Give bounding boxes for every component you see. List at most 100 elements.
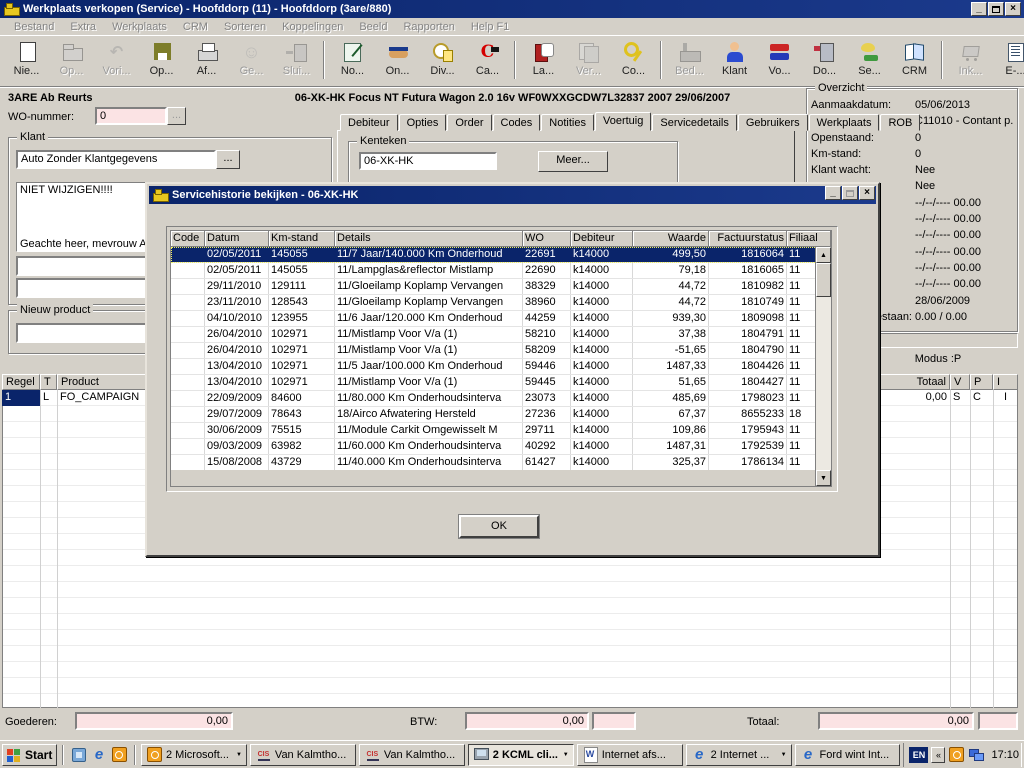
task-button[interactable]: Ford wint Int... [795,744,901,766]
toolbar-button[interactable]: Do... ▼ [802,38,847,84]
scroll-down-icon[interactable]: ▼ [816,470,831,486]
btw-field[interactable]: 0,00 [465,712,589,730]
toolbar-button[interactable]: Vori... ▼ [94,38,139,84]
task-button[interactable]: 2 Microsoft... ▼ [141,744,247,766]
toolbar-button[interactable]: Ge... ▼ [229,38,274,84]
service-row[interactable]: 26/04/2010 102971 11/Mistlamp Voor V/a (… [171,343,831,359]
toolbar-button[interactable]: Af... ▼ [184,38,229,84]
wo-browse-button[interactable]: ... [167,107,186,125]
col-header-code[interactable]: Code [171,231,205,247]
column-header-regel[interactable]: Regel [2,374,40,390]
col-header-datum[interactable]: Datum [205,231,269,247]
task-button[interactable]: Internet afs... [577,744,683,766]
start-button[interactable]: Start [2,744,57,766]
quick-launch-icon[interactable] [109,745,129,765]
service-row[interactable]: 13/04/2010 102971 11/5 Jaar/100.000 Km O… [171,359,831,375]
goederen-field[interactable]: 0,00 [75,712,233,730]
tab[interactable]: Debiteur [340,114,398,131]
tab[interactable]: Gebruikers [738,114,808,131]
tab[interactable]: Codes [493,114,541,131]
toolbar-button[interactable]: Bed... ▼ [667,38,712,84]
wo-nummer-field[interactable]: 0 [95,107,167,125]
service-row[interactable]: 02/05/2011 145055 11/Lampglas&reflector … [171,263,831,279]
task-button[interactable]: Van Kalmtho... [359,744,465,766]
restore-button[interactable] [988,2,1004,16]
table-scrollbar[interactable]: ▲ ▼ [815,247,831,486]
dialog-maximize-button[interactable] [842,186,858,200]
toolbar-button[interactable]: Ink... ▼ [948,38,993,84]
toolbar-button[interactable]: No... ▼ [330,38,375,84]
tray-chevron-icon[interactable]: « [931,747,945,763]
menu-item[interactable]: Werkplaats [104,19,175,35]
menu-item[interactable]: CRM [175,19,216,35]
tab[interactable]: Notities [541,114,594,131]
klant-name-field[interactable]: Auto Zonder Klantgegevens [16,150,216,169]
quick-launch-icon[interactable] [89,745,109,765]
task-button[interactable]: Van Kalmtho... [250,744,356,766]
service-row[interactable]: 23/11/2010 128543 11/Gloeilamp Koplamp V… [171,295,831,311]
order-row-t[interactable]: L [40,390,57,406]
menu-item[interactable]: Extra [62,19,104,35]
service-row[interactable]: 09/03/2009 63982 11/60.000 Km Onderhouds… [171,439,831,455]
service-row[interactable]: 22/09/2009 84600 11/80.000 Km Onderhouds… [171,391,831,407]
column-header-i[interactable]: I [993,374,1018,390]
menu-item[interactable]: Beeld [351,19,395,35]
column-header-t[interactable]: T [40,374,57,390]
tab[interactable]: Voertuig [595,112,651,131]
order-row-regel[interactable]: 1 [2,390,40,406]
col-header-debiteur[interactable]: Debiteur [571,231,633,247]
service-row[interactable]: 29/07/2009 78643 18/Airco Afwatering Her… [171,407,831,423]
dialog-minimize-button[interactable]: _ [825,186,841,200]
order-row-v[interactable]: S [950,390,970,406]
toolbar-button[interactable]: Div... ▼ [420,38,465,84]
toolbar-button[interactable]: Se... ▼ [847,38,892,84]
col-header-kmstand[interactable]: Km-stand [269,231,335,247]
menu-item[interactable]: Bestand [6,19,62,35]
toolbar-button[interactable]: Co... ▼ [611,38,656,84]
col-header-details[interactable]: Details [335,231,523,247]
minimize-button[interactable]: _ [971,2,987,16]
dialog-close-button[interactable]: × [859,186,875,200]
scrollbar-thumb[interactable] [816,263,831,297]
tray-network-icon[interactable] [968,746,985,763]
tab[interactable]: Opties [399,114,447,131]
service-row[interactable]: 29/11/2010 129111 11/Gloeilamp Koplamp V… [171,279,831,295]
language-indicator[interactable]: EN [909,747,928,763]
tray-clock-icon[interactable] [948,746,965,763]
toolbar-button[interactable]: La... ▼ [521,38,566,84]
col-header-waarde[interactable]: Waarde [633,231,709,247]
klant-browse-button[interactable]: ... [216,150,240,169]
toolbar-button[interactable]: Klant ▼ [712,38,757,84]
toolbar-button[interactable]: Ver... ▼ [566,38,611,84]
order-row-p[interactable]: C [970,390,993,406]
toolbar-button[interactable]: Vo... ▼ [757,38,802,84]
toolbar-button[interactable]: CRM ▼ [892,38,937,84]
service-row[interactable]: 26/04/2010 102971 11/Mistlamp Voor V/a (… [171,327,831,343]
column-header-p[interactable]: P [970,374,993,390]
menu-item[interactable]: Rapporten [395,19,462,35]
col-header-filiaal[interactable]: Filiaal [787,231,831,247]
tab[interactable]: ROB [880,114,920,131]
col-header-factuurstatus[interactable]: Factuurstatus [709,231,787,247]
totaal-field[interactable]: 0,00 [818,712,974,730]
toolbar-button[interactable]: On... ▼ [375,38,420,84]
quick-launch-icon[interactable] [69,745,89,765]
tab[interactable]: Order [447,114,491,131]
toolbar-button[interactable]: E-... ▼ [993,38,1024,84]
toolbar-button[interactable]: Op... ▼ [49,38,94,84]
totaal-extra-field[interactable] [978,712,1018,730]
kenteken-field[interactable]: 06-XK-HK [359,152,497,170]
menu-item[interactable]: Help F1 [463,19,518,35]
ok-button[interactable]: OK [459,515,539,538]
column-header-v[interactable]: V [950,374,970,390]
tab[interactable]: Werkplaats [809,114,880,131]
menu-item[interactable]: Sorteren [216,19,274,35]
service-row[interactable]: 02/05/2011 145055 11/7 Jaar/140.000 Km O… [171,247,831,263]
tab[interactable]: Servicedetails [652,114,736,131]
order-row-i[interactable]: I [993,390,1018,406]
toolbar-button[interactable]: Ca... ▼ [465,38,510,84]
scroll-up-icon[interactable]: ▲ [816,247,831,263]
task-button[interactable]: 2 Internet ... ▼ [686,744,792,766]
service-row[interactable]: 04/10/2010 123955 11/6 Jaar/120.000 Km O… [171,311,831,327]
toolbar-button[interactable]: Nie... ▼ [4,38,49,84]
